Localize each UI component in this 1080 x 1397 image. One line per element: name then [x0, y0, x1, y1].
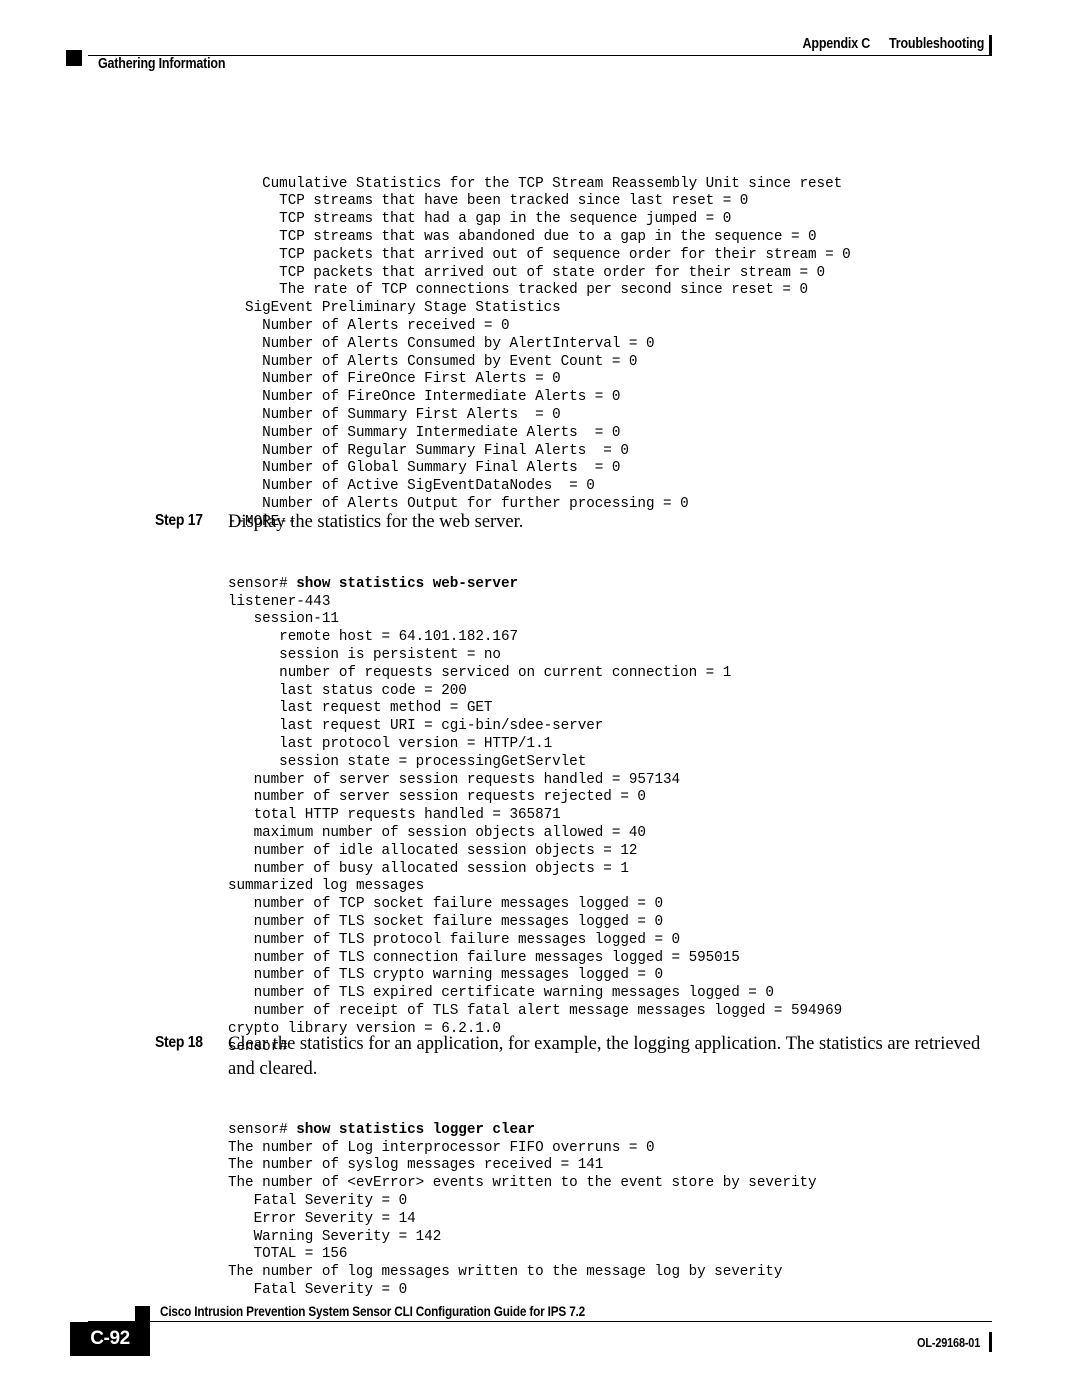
footer-document-number: OL-29168-01 — [916, 1335, 980, 1350]
header-edge-tick — [989, 35, 992, 55]
code-text: listener-443 session-11 remote host = 64… — [228, 593, 843, 1055]
header-chapter-label: Troubleshooting — [888, 36, 984, 52]
step-18-text: Clear the statistics for an application,… — [228, 1034, 981, 1079]
footer-edge-tick — [989, 1332, 992, 1352]
page-footer: Cisco Intrusion Prevention System Sensor… — [0, 1277, 1080, 1397]
step-18-label: Step 18 — [155, 1034, 203, 1051]
footer-rule — [88, 1321, 992, 1323]
header-section-title: Gathering Information — [98, 56, 226, 72]
code-block-tcp-stream-statistics: Cumulative Statistics for the TCP Stream… — [228, 140, 851, 567]
footer-guide-title: Cisco Intrusion Prevention System Sensor… — [160, 1303, 586, 1319]
step-17-label: Step 17 — [155, 512, 203, 529]
code-text: The number of Log interprocessor FIFO ov… — [228, 1139, 817, 1298]
header-appendix-label: Appendix C — [802, 36, 870, 52]
footer-bullet-square — [135, 1306, 150, 1321]
footer-page-number: C-92 — [90, 1328, 130, 1349]
header-appendix-chapter: Appendix C Troubleshooting — [802, 36, 984, 52]
code-text: Cumulative Statistics for the TCP Stream… — [228, 175, 851, 530]
step-17-text: Display the statistics for the web serve… — [228, 512, 524, 532]
code-block-web-server-output: listener-443 session-11 remote host = 64… — [228, 558, 842, 1092]
page-header: Appendix C Troubleshooting Gathering Info… — [0, 0, 1080, 90]
header-bullet-square — [66, 50, 82, 66]
